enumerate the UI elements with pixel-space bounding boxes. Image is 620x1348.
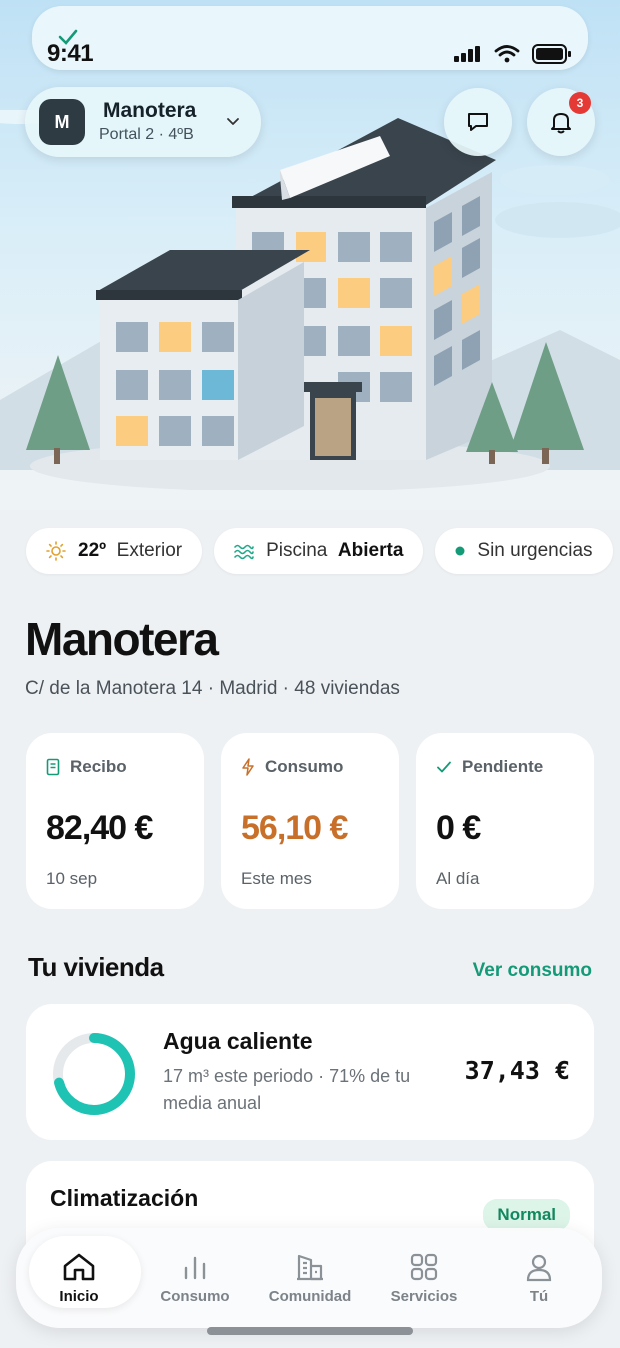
pool-waves-icon	[234, 542, 254, 560]
building-switcher[interactable]: M Manotera Portal 2 · 4ºB	[25, 87, 261, 157]
profile-name: Manotera	[103, 99, 197, 122]
avatar: M	[39, 99, 85, 145]
chevron-down-icon	[227, 118, 239, 125]
messages-button[interactable]	[444, 88, 512, 156]
stat-card-consumo[interactable]: Consumo 56,10 € Este mes	[221, 733, 399, 909]
bottom-tab-bar: Inicio Consumo Comunidad Servicios Tú	[16, 1228, 602, 1328]
sun-icon	[46, 541, 66, 561]
stat-label: Recibo	[70, 757, 127, 776]
tab-inicio[interactable]: Inicio	[24, 1228, 141, 1328]
tab-tu[interactable]: Tú	[484, 1228, 594, 1328]
signal-icon	[454, 46, 480, 62]
chip-weather[interactable]: 22º Exterior	[26, 528, 203, 574]
battery-icon	[532, 44, 571, 64]
tab-comunidad[interactable]: Comunidad	[255, 1228, 365, 1328]
card-amount: 37,43 €	[464, 1056, 570, 1085]
hot-water-card[interactable]: Agua caliente 17 m³ este periodo · 71% d…	[26, 1004, 594, 1140]
chip-weather-value: 22º	[78, 540, 107, 561]
stat-value: 82,40 €	[46, 809, 153, 847]
stat-value: 0 €	[436, 809, 481, 847]
stat-subtitle: Este mes	[241, 869, 312, 888]
wifi-icon	[494, 45, 520, 63]
stat-subtitle: 10 sep	[46, 869, 98, 888]
building-address: C/ de la Manotera 14 · Madrid · 48 vivie…	[25, 678, 400, 699]
app-screen: 9:41 M Manotera Portal 2 · 4ºB 3 22º Ext…	[0, 0, 620, 1348]
receipt-icon	[46, 758, 60, 776]
tab-label: Comunidad	[268, 1287, 352, 1305]
tab-label: Consumo	[160, 1287, 230, 1305]
user-icon	[526, 1254, 552, 1281]
profile-subtitle: Portal 2 · 4ºB	[99, 126, 194, 143]
status-bar: 9:41	[32, 6, 588, 70]
view-consumption-link[interactable]: Ver consumo	[473, 960, 592, 982]
stat-label: Consumo	[265, 757, 344, 776]
chip-urgencies[interactable]: Sin urgencias	[435, 528, 613, 574]
notifications-button[interactable]: 3	[527, 88, 595, 156]
hero-illustration	[0, 0, 620, 510]
chip-weather-label: Exterior	[116, 540, 183, 561]
stat-subtitle: Al día	[436, 869, 480, 888]
status-chips: 22º Exterior Piscina Abierta Sin urgenci…	[26, 528, 613, 574]
home-indicator	[207, 1327, 413, 1335]
tab-servicios[interactable]: Servicios	[369, 1228, 479, 1328]
page-title: Manotera	[25, 613, 219, 665]
chip-pool-label: Piscina	[266, 540, 328, 561]
card-description-line1: 17 m³ este periodo · 71% de tu	[163, 1066, 411, 1086]
stat-label: Pendiente	[462, 757, 544, 776]
buildings-icon	[297, 1254, 323, 1280]
chip-pool-value: Abierta	[337, 540, 404, 561]
stat-card-pendiente[interactable]: Pendiente 0 € Al día	[416, 733, 594, 909]
home-icon	[63, 1253, 95, 1280]
bell-icon	[551, 113, 571, 134]
green-dot-icon	[455, 546, 465, 556]
tab-consumo[interactable]: Consumo	[140, 1228, 250, 1328]
status-time: 9:41	[47, 40, 94, 67]
bolt-icon	[242, 758, 254, 776]
notification-badge: 3	[569, 92, 591, 114]
progress-ring	[53, 1033, 135, 1115]
status-badge: Normal	[483, 1199, 570, 1231]
building-illustration	[0, 110, 620, 490]
chat-bubble-icon	[468, 113, 488, 131]
bar-chart-icon	[184, 1256, 206, 1279]
grid-icon	[410, 1253, 438, 1280]
chip-urgencies-label: Sin urgencias	[477, 540, 593, 561]
stat-value: 56,10 €	[241, 809, 348, 847]
tab-label: Tú	[529, 1287, 549, 1305]
check-icon	[437, 761, 451, 773]
card-title: Agua caliente	[163, 1028, 313, 1054]
chip-pool[interactable]: Piscina Abierta	[214, 528, 424, 574]
card-title: Climatización	[50, 1185, 199, 1211]
tab-label: Servicios	[390, 1287, 458, 1305]
section-title: Tu vivienda	[28, 952, 164, 982]
card-description-line2: media anual	[163, 1093, 262, 1113]
system-indicators	[454, 44, 572, 64]
stat-card-recibo[interactable]: Recibo 82,40 € 10 sep	[26, 733, 204, 909]
tab-label: Inicio	[59, 1287, 99, 1305]
